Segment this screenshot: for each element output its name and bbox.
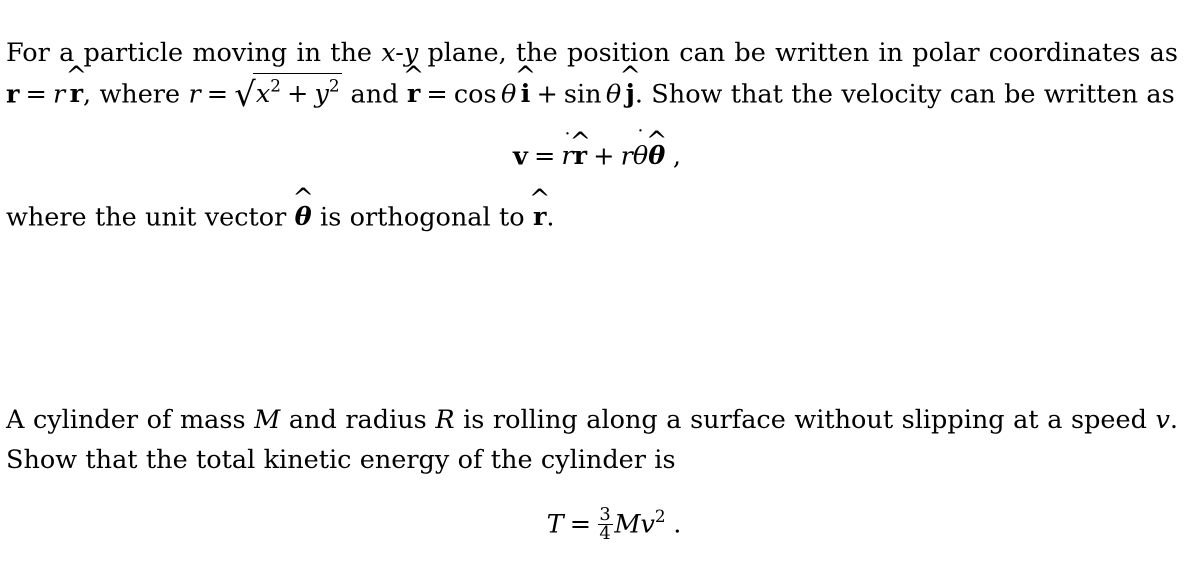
text-segment: is rolling along a surface without slipp… (454, 404, 1156, 435)
problem-2-block: A cylinder of mass M and radius R is rol… (0, 374, 1186, 544)
radicand-x-exponent: 2 (270, 75, 281, 96)
document-page: For a particle moving in the x-y plane, … (0, 0, 1200, 570)
fraction-numerator: 3 (599, 503, 611, 525)
text-segment: where the unit vector (6, 202, 295, 233)
unit-vector-j-base: j (625, 79, 635, 110)
unit-vector-r-hat-2: ^ r (403, 64, 424, 115)
unit-vector-r-hat: ^ r (570, 130, 591, 172)
fraction-denominator: 4 (597, 523, 613, 545)
variable-y: y (403, 37, 419, 68)
text-segment: and (342, 79, 407, 110)
plus-sign-2: + (536, 79, 558, 110)
equals-sign: = (25, 79, 47, 110)
theta-symbol-2: θ (605, 79, 622, 110)
text-segment: , where (83, 79, 189, 110)
unit-vector-r-hat: ^ r (66, 64, 87, 115)
text-segment: . Show that the velocity can be written … (634, 79, 1175, 110)
mass-M: M (614, 508, 641, 539)
trailing-period: . (673, 508, 682, 539)
equals-sign: = (533, 141, 556, 172)
radicand-x: x (255, 79, 271, 110)
unit-vector-j-hat: ^ j (620, 64, 641, 115)
problem-2-statement: A cylinder of mass M and radius R is rol… (6, 400, 1178, 480)
equals-sign-3: = (426, 79, 448, 110)
problem-1-block: For a particle moving in the x-y plane, … (0, 8, 1186, 263)
vector-r-bold: r (6, 79, 20, 110)
plus-sign: + (593, 141, 615, 172)
unit-vector-r-base: r (573, 141, 588, 172)
dash-separator: - (395, 37, 404, 68)
display-equation-velocity: v = ˙ r ^ r + r ˙ θ ^ θ, (6, 128, 1178, 172)
text-segment: For a particle moving in the (6, 37, 382, 68)
unit-vector-r-base: r (532, 202, 547, 233)
variable-M: M (254, 404, 281, 435)
r-dot-term: ˙ r (561, 130, 574, 172)
cos-operator: cos (453, 79, 497, 110)
r-dot-base: r (561, 141, 574, 172)
text-segment: . (546, 202, 555, 233)
fraction-three-quarters: 34 (597, 503, 613, 545)
velocity-vector-v: v (513, 141, 528, 172)
kinetic-energy-T: T (546, 508, 564, 539)
unit-vector-theta-hat: ^ θ (646, 129, 667, 172)
text-segment: and radius (280, 404, 436, 435)
unit-vector-i-hat: ^ i (515, 64, 536, 115)
unit-vector-theta-base: θ (294, 202, 312, 233)
speed-v: v (640, 508, 655, 539)
trailing-comma: , (672, 141, 681, 172)
variable-r: r (620, 141, 633, 172)
plus-sign: + (287, 79, 309, 110)
radicand-y: y (314, 79, 329, 110)
unit-vector-r-base: r (69, 79, 83, 110)
radicand: x2 + y2 (253, 72, 343, 115)
unit-vector-i-base: i (520, 79, 531, 110)
variable-v: v (1155, 404, 1170, 435)
theta-symbol: θ (500, 79, 517, 110)
variable-x: x (381, 37, 396, 68)
sin-operator: sin (563, 79, 602, 110)
theta-dot-term: ˙ θ (632, 128, 649, 172)
unit-vector-r-base: r (406, 79, 421, 110)
variable-R: R (435, 404, 455, 435)
variable-r-2: r (188, 79, 201, 110)
text-segment: plane, the position can be written in po… (418, 37, 1178, 68)
equals-sign-2: = (206, 79, 229, 110)
problem-1-statement: For a particle moving in the x-y plane, … (6, 34, 1178, 115)
unit-vector-theta-hat: ^ θ (292, 186, 313, 238)
unit-vector-r-hat: ^ r (529, 187, 550, 238)
problem-1-closing: where the unit vector ^ θ is orthogonal t… (6, 186, 1178, 238)
variable-r: r (53, 79, 66, 110)
text-segment: is orthogonal to (311, 202, 533, 233)
equals-sign: = (569, 508, 592, 539)
theta-dot-base: θ (632, 141, 649, 172)
unit-vector-theta-base: θ (648, 141, 666, 172)
text-segment: A cylinder of mass (6, 404, 255, 435)
radicand-y-exponent: 2 (328, 75, 340, 96)
display-equation-kinetic-energy: T = 3 4 Mv2. (6, 503, 1178, 545)
square-root-expression: √x2 + y2 (234, 72, 343, 115)
speed-v-exponent: 2 (654, 505, 666, 526)
